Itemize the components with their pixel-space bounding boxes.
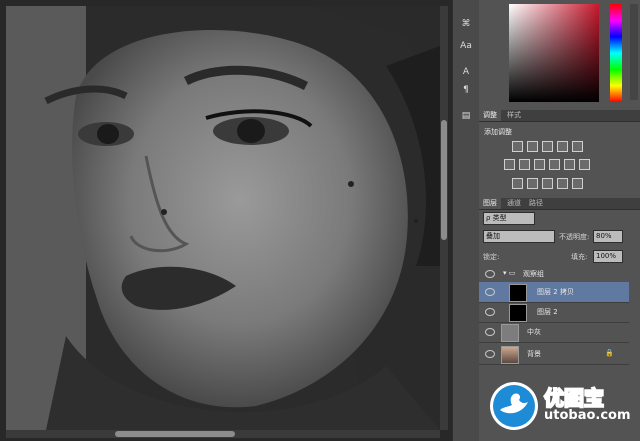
lock-label: 锁定: bbox=[483, 253, 500, 261]
invert-icon[interactable] bbox=[512, 178, 523, 189]
layer-name: 背景 bbox=[527, 350, 541, 358]
bw-icon[interactable] bbox=[534, 159, 545, 170]
layer-thumbnail bbox=[509, 304, 527, 322]
hue-slider[interactable] bbox=[610, 4, 622, 102]
color-balance-icon[interactable] bbox=[519, 159, 530, 170]
vibrance-icon[interactable] bbox=[572, 141, 583, 152]
eye-icon[interactable] bbox=[485, 328, 495, 336]
layer-name: 中灰 bbox=[527, 328, 541, 336]
eye-icon[interactable] bbox=[485, 270, 495, 278]
layer-name: 图层 2 bbox=[537, 308, 558, 316]
gradient-map-icon[interactable] bbox=[572, 178, 583, 189]
brightness-icon[interactable] bbox=[512, 141, 523, 152]
tab-layers[interactable]: 图层 bbox=[479, 198, 501, 209]
watermark-url: utobao.com bbox=[544, 408, 631, 423]
layer-row-selected[interactable]: 图层 2 拷贝 bbox=[479, 282, 629, 303]
color-panel-scrollbar[interactable] bbox=[630, 4, 638, 100]
levels-icon[interactable] bbox=[527, 141, 538, 152]
folder-icon: ▾ ▭ bbox=[503, 269, 516, 277]
portrait-photo bbox=[6, 6, 440, 430]
horizontal-scroll-thumb[interactable] bbox=[115, 431, 235, 437]
kind-filter-select[interactable]: ρ 类型 bbox=[483, 212, 535, 225]
selective-color-icon[interactable] bbox=[557, 178, 568, 189]
vertical-scroll-thumb[interactable] bbox=[441, 120, 447, 240]
blend-mode-select[interactable]: 叠加 bbox=[483, 230, 555, 243]
layer-row[interactable]: 图层 2 bbox=[479, 302, 629, 323]
tab-paths[interactable]: 路径 bbox=[525, 198, 547, 209]
opacity-label: 不透明度: bbox=[559, 233, 590, 241]
photo-filter-icon[interactable] bbox=[549, 159, 560, 170]
layers-tabs: 图层 通道 路径 bbox=[479, 198, 640, 210]
lock-icon: 🔒 bbox=[605, 349, 614, 357]
eye-icon[interactable] bbox=[485, 350, 495, 358]
hue-sat-icon[interactable] bbox=[504, 159, 515, 170]
character-icon[interactable]: Aa bbox=[457, 38, 475, 54]
right-panels: 调整 样式 添加调整 图层 通道 路径 ρ 类型 叠加 不透明度: 80% 锁定… bbox=[479, 0, 640, 441]
eye-icon[interactable] bbox=[485, 308, 495, 316]
layer-row[interactable]: 背景 🔒 bbox=[479, 344, 629, 365]
tab-adjustments[interactable]: 调整 bbox=[479, 110, 501, 121]
panel-toolstrip: ⌘ Aa A ¶ ▤ bbox=[452, 0, 480, 441]
posterize-icon[interactable] bbox=[527, 178, 538, 189]
layer-row[interactable]: 中灰 bbox=[479, 322, 629, 343]
adjustments-tabs: 调整 样式 bbox=[479, 110, 640, 122]
watermark-logo: 优图宝 utobao.com bbox=[488, 378, 638, 438]
layer-name: 观察组 bbox=[523, 270, 544, 278]
document-canvas[interactable] bbox=[0, 0, 452, 441]
channel-mixer-icon[interactable] bbox=[564, 159, 575, 170]
color-picker-field[interactable] bbox=[509, 4, 599, 102]
tab-styles[interactable]: 样式 bbox=[503, 110, 525, 121]
tab-channels[interactable]: 通道 bbox=[503, 198, 525, 209]
eye-icon[interactable] bbox=[485, 288, 495, 296]
layer-comps-icon[interactable]: ▤ bbox=[457, 108, 475, 124]
history-icon[interactable]: ⌘ bbox=[457, 16, 475, 32]
bird-logo-icon bbox=[490, 382, 538, 430]
adjustments-title: 添加调整 bbox=[484, 128, 512, 136]
color-lookup-icon[interactable] bbox=[579, 159, 590, 170]
curves-icon[interactable] bbox=[542, 141, 553, 152]
exposure-icon[interactable] bbox=[557, 141, 568, 152]
layer-thumbnail bbox=[509, 284, 527, 302]
text-icon[interactable]: A bbox=[457, 64, 475, 80]
opacity-input[interactable]: 80% bbox=[593, 230, 623, 243]
paragraph-icon[interactable]: ¶ bbox=[457, 82, 475, 98]
fill-label: 填充: bbox=[571, 253, 588, 261]
fill-input[interactable]: 100% bbox=[593, 250, 623, 263]
layer-thumbnail bbox=[501, 346, 519, 364]
threshold-icon[interactable] bbox=[542, 178, 553, 189]
layer-thumbnail bbox=[501, 324, 519, 342]
layer-name: 图层 2 拷贝 bbox=[537, 288, 574, 296]
watermark-brand: 优图宝 bbox=[543, 385, 605, 411]
